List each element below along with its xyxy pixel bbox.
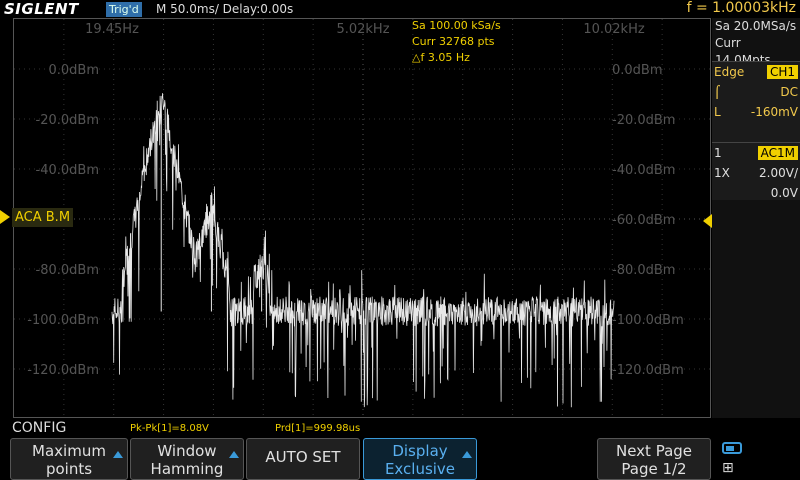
usb-icon [722,442,742,454]
spectrum-trace [111,93,615,408]
waveform-grid[interactable]: 19.45Hz 5.02kHz 10.02kHz 0.0dBm -20.0dBm -40.… [13,18,712,419]
softkey-label: Display [392,442,448,460]
trigger-panel[interactable]: Edge CH1 ⌠ DC L -160mV [712,61,800,147]
menu-title: CONFIG [12,420,67,436]
channel-offset: 0.0V [770,186,798,200]
channel-scale: 2.00V/ [759,166,798,180]
softkey-value: Hamming [150,460,224,478]
frequency-readout: f = 1.00003kHz [686,0,796,16]
right-db-label: 0.0dBm [612,63,663,78]
trigger-level-value: -160mV [750,105,798,119]
channel-1-offset-marker[interactable] [0,210,10,224]
trigger-status-badge: Trig'd [106,2,142,17]
fft-curr-points: Curr 32768 pts [412,35,495,48]
right-info-panel: Sa 20.0MSa/s Curr 14.0Mpts Edge CH1 ⌠ DC… [712,18,800,418]
next-page-button[interactable]: Next Page Page 1/2 [597,438,711,480]
left-db-label: -20.0dBm [36,113,99,128]
left-db-label: -40.0dBm [36,163,99,178]
right-db-label: -20.0dBm [612,113,675,128]
channel-label: ACA B.M [12,208,74,227]
up-arrow-icon [229,451,239,458]
freq-axis-label: 5.02kHz [336,22,389,37]
maximum-points-button[interactable]: Maximum points 32k [10,438,128,480]
right-db-label: -80.0dBm [612,263,675,278]
trigger-level-label: L [714,105,721,119]
up-arrow-icon [462,451,472,458]
freq-axis-label: 10.02kHz [583,22,645,37]
softkey-value: Page 1/2 [621,460,687,478]
right-db-label: -60.0dBm [612,213,675,228]
right-db-label: -100.0dBm [612,313,684,328]
left-db-label: -100.0dBm [27,313,99,328]
fft-delta-f: △f 3.05 Hz [412,51,470,64]
channel-probe: 1X [714,166,730,180]
pkpk-measurement: Pk-Pk[1]=8.08V [130,423,209,434]
network-icon: ⊞ [722,460,734,476]
left-db-label: 0.0dBm [48,63,99,78]
softkey-value: Exclusive [384,460,456,478]
trigger-type: Edge [714,65,745,79]
softkey-label: AUTO SET [265,448,341,466]
left-db-label: -80.0dBm [36,263,99,278]
softkey-label: Next Page [615,442,693,460]
brand-logo: SIGLENT [4,0,79,18]
window-button[interactable]: Window Hamming [130,438,244,480]
rising-edge-icon: ⌠ [714,85,721,99]
softkey-label: Window [157,442,217,460]
channel-label-text: ACA B.M [15,210,71,225]
channel-number: 1 [714,146,722,160]
softkey-label: Maximum points [32,442,106,478]
trigger-source: CH1 [766,65,798,79]
period-measurement: Prd[1]=999.98us [275,423,361,434]
channel-coupling: AC1M [757,146,798,160]
fft-plot: 19.45Hz 5.02kHz 10.02kHz 0.0dBm -20.0dBm -40.… [14,19,712,419]
trigger-level-marker[interactable] [703,214,712,228]
fft-sample-rate: Sa 100.00 kSa/s [412,19,501,32]
left-db-label: -120.0dBm [27,363,99,378]
top-status-bar: SIGLENT Trig'd M 50.0ms/ Delay:0.00s f =… [0,0,800,18]
softkey-bar: Maximum points 32k Window Hamming AUTO S… [0,438,800,480]
up-arrow-icon [113,451,123,458]
display-button[interactable]: Display Exclusive [363,438,477,480]
acq-sample-rate: Sa 20.0MSa/s [715,19,797,33]
trigger-coupling: DC [780,85,798,99]
channel-1-panel[interactable]: 1 AC1M 1X 2.00V/ 0.0V [712,142,800,200]
timebase-readout: M 50.0ms/ Delay:0.00s [156,2,294,16]
right-db-label: -120.0dBm [612,363,684,378]
auto-set-button[interactable]: AUTO SET [246,438,360,480]
right-db-label: -40.0dBm [612,163,675,178]
bottom-status-bar: CONFIG Pk-Pk[1]=8.08V Prd[1]=999.98us [0,418,800,438]
fft-info-box: Sa 100.00 kSa/s Curr 32768 pts △f 3.05 H… [412,18,501,66]
freq-axis-label: 19.45Hz [85,22,139,37]
